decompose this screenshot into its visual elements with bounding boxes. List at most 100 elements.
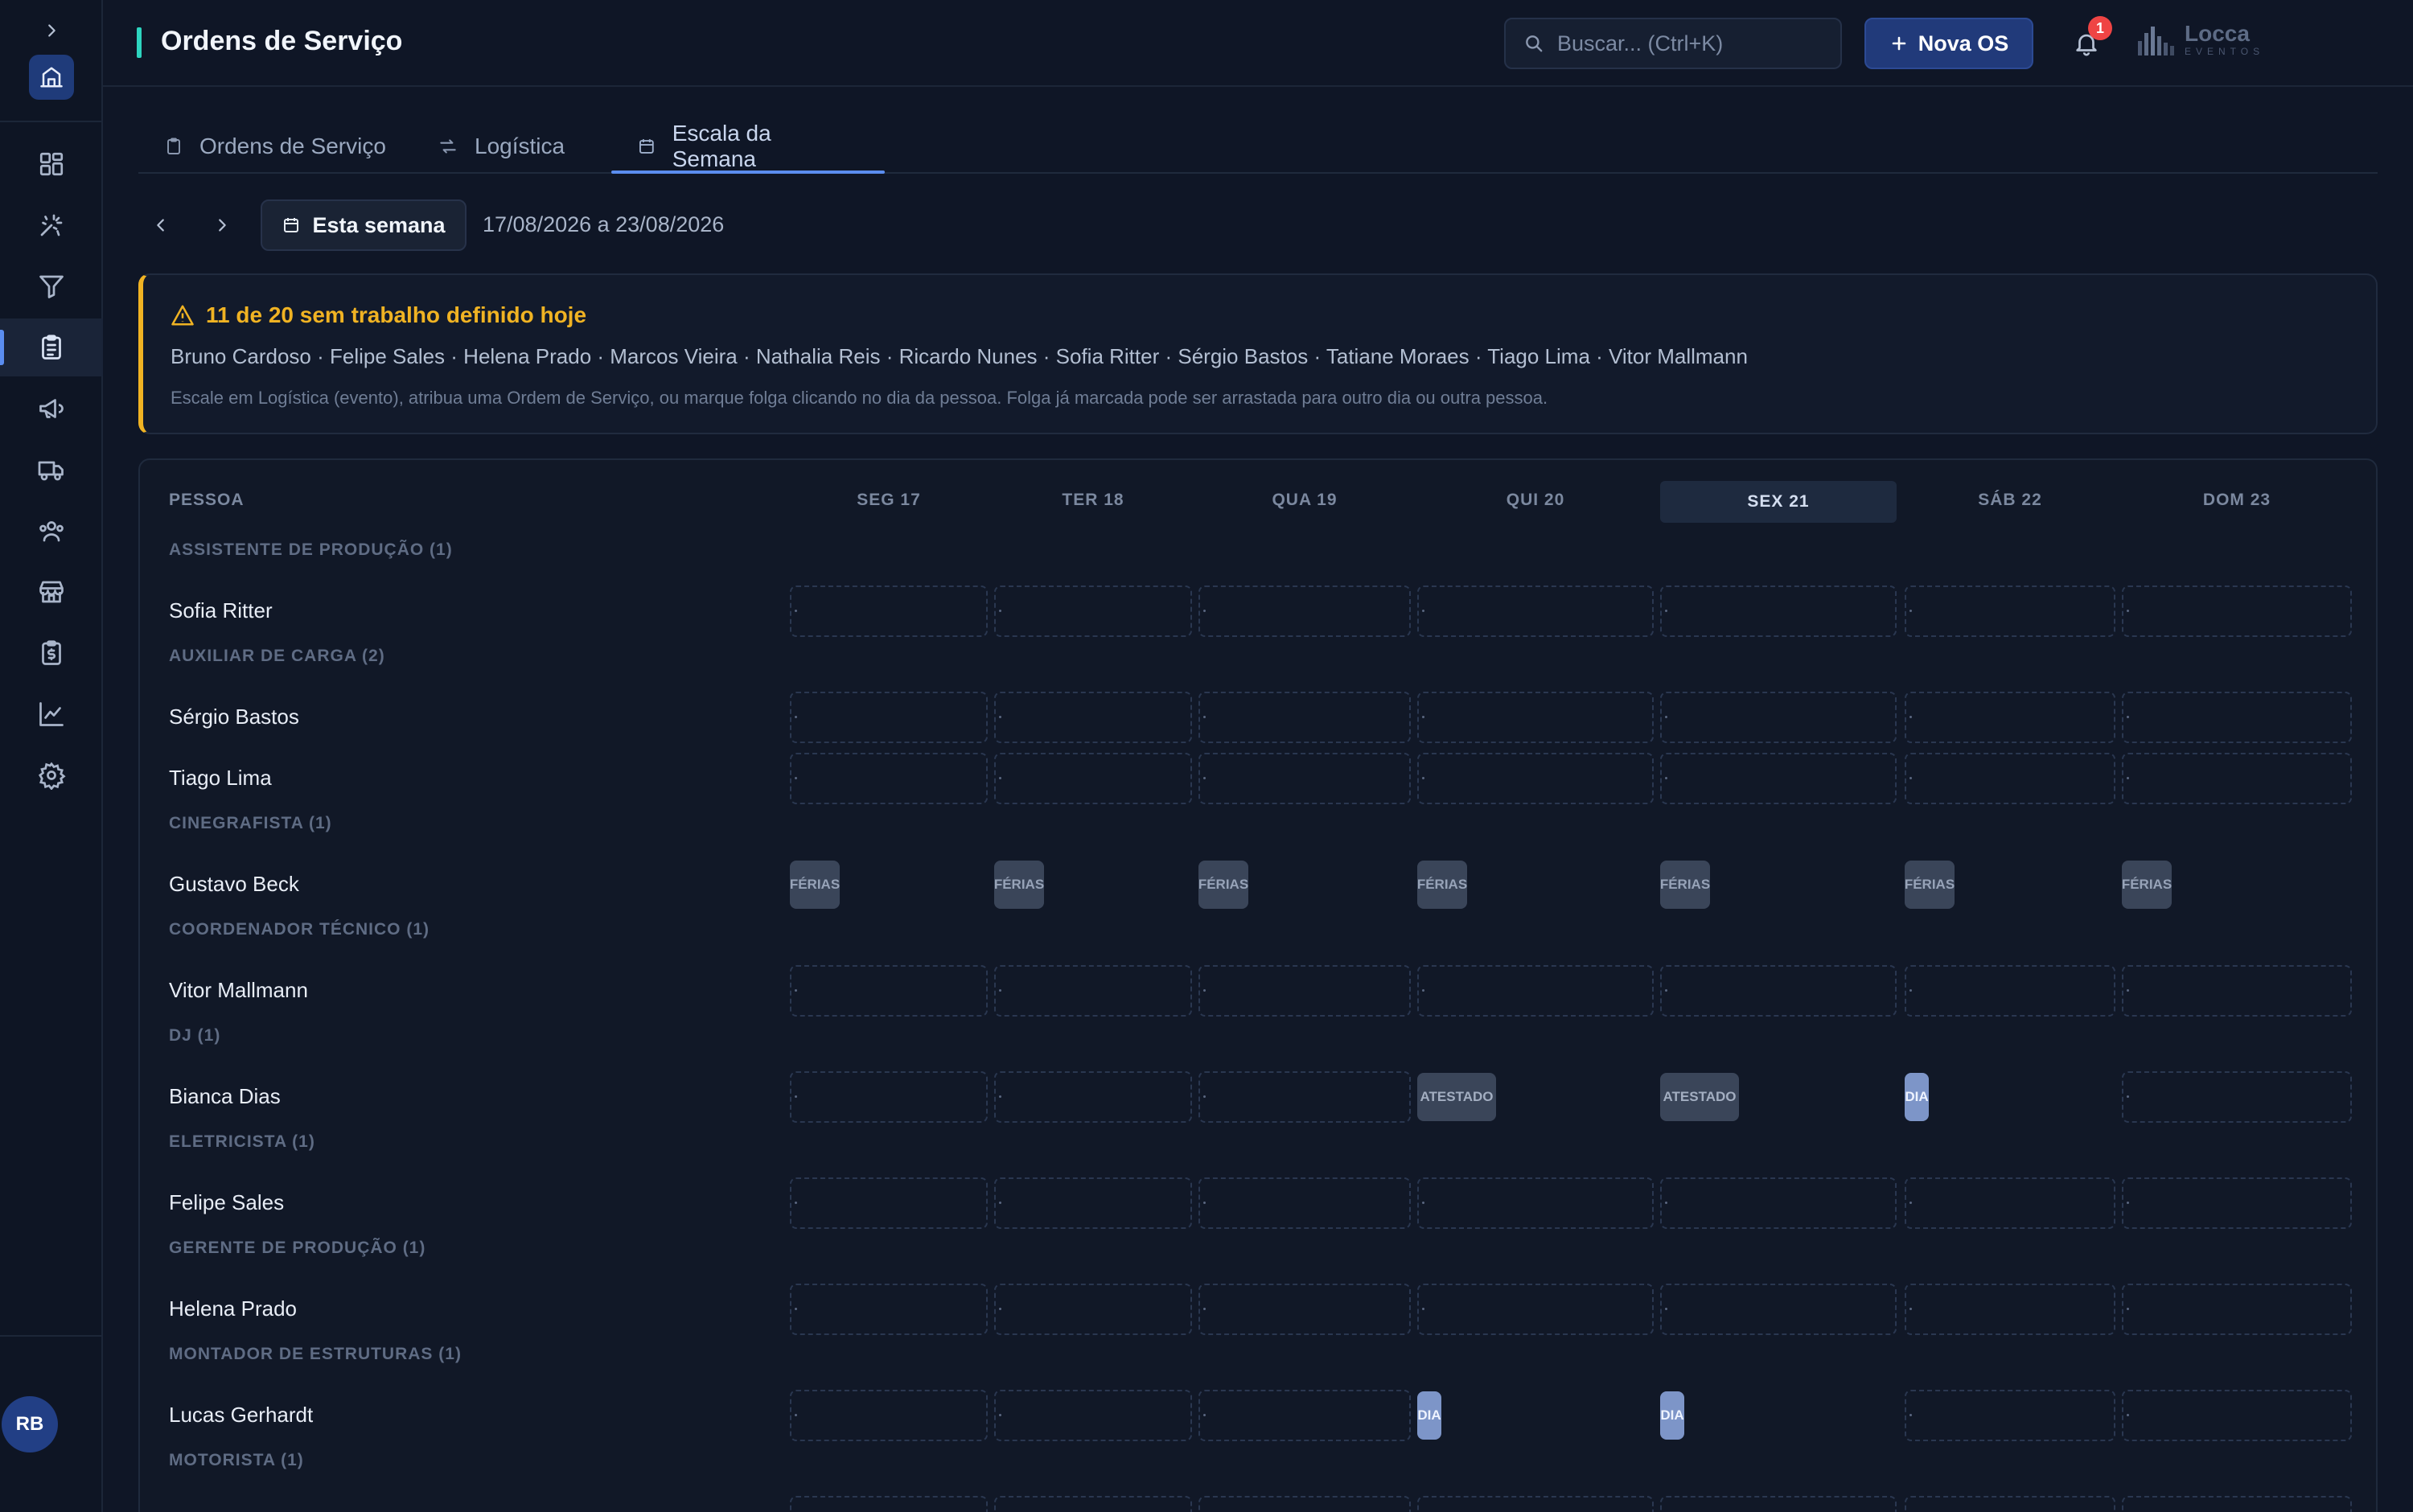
day-cell[interactable] bbox=[1198, 1284, 1411, 1335]
day-cell[interactable] bbox=[1905, 1177, 2115, 1229]
day-cell[interactable] bbox=[1905, 1390, 2115, 1441]
day-cell[interactable] bbox=[2122, 1284, 2352, 1335]
day-cell[interactable] bbox=[2122, 1177, 2352, 1229]
cell-marker bbox=[2127, 1095, 2129, 1098]
sidebar-item-funnel[interactable] bbox=[0, 257, 103, 315]
day-cell[interactable] bbox=[2122, 753, 2352, 804]
day-cell[interactable] bbox=[1905, 1284, 2115, 1335]
day-cell[interactable] bbox=[994, 1390, 1192, 1441]
day-cell[interactable] bbox=[994, 965, 1192, 1017]
day-cell[interactable] bbox=[1198, 965, 1411, 1017]
day-cell[interactable] bbox=[1660, 692, 1897, 743]
day-cell[interactable] bbox=[2122, 1390, 2352, 1441]
tab-service-orders[interactable]: Ordens de Serviço bbox=[138, 121, 412, 172]
ferias-chip[interactable]: FÉRIAS bbox=[1660, 861, 1710, 909]
search-box[interactable] bbox=[1504, 18, 1842, 69]
day-cell[interactable] bbox=[790, 753, 988, 804]
day-cell[interactable] bbox=[1905, 753, 2115, 804]
day-cell[interactable] bbox=[1198, 1071, 1411, 1123]
atestado-chip[interactable]: ATESTADO bbox=[1660, 1073, 1739, 1121]
day-cell[interactable] bbox=[1417, 965, 1654, 1017]
expand-sidebar-button[interactable] bbox=[39, 18, 64, 43]
new-button-label: Nova OS bbox=[1918, 31, 2009, 55]
day-cell[interactable] bbox=[1905, 1496, 2115, 1512]
ferias-chip[interactable]: FÉRIAS bbox=[1198, 861, 1248, 909]
day-cell[interactable] bbox=[790, 1071, 988, 1123]
dia-chip[interactable]: DIA bbox=[1417, 1391, 1441, 1440]
day-cell[interactable] bbox=[1198, 585, 1411, 637]
day-cell[interactable] bbox=[1198, 1177, 1411, 1229]
sidebar-item-team[interactable] bbox=[0, 502, 103, 560]
day-cell[interactable] bbox=[994, 692, 1192, 743]
ferias-chip[interactable]: FÉRIAS bbox=[790, 861, 840, 909]
cell-marker bbox=[1909, 610, 1912, 612]
day-cell[interactable] bbox=[1660, 1284, 1897, 1335]
sidebar-item-logistics[interactable] bbox=[0, 441, 103, 499]
day-cell[interactable] bbox=[790, 1390, 988, 1441]
day-cell[interactable] bbox=[1660, 1177, 1897, 1229]
sidebar-item-reports[interactable] bbox=[0, 685, 103, 743]
day-cell[interactable] bbox=[994, 1284, 1192, 1335]
day-cell[interactable] bbox=[1198, 692, 1411, 743]
day-cell[interactable] bbox=[2122, 1071, 2352, 1123]
ferias-chip[interactable]: FÉRIAS bbox=[994, 861, 1044, 909]
sidebar-item-finance[interactable] bbox=[0, 624, 103, 682]
ferias-chip[interactable]: FÉRIAS bbox=[1905, 861, 1955, 909]
day-cell[interactable] bbox=[1198, 753, 1411, 804]
day-cell[interactable] bbox=[1660, 1496, 1897, 1512]
dia-chip[interactable]: DIA bbox=[1660, 1391, 1684, 1440]
person-name: Gustavo Beck bbox=[169, 872, 299, 896]
day-cell[interactable] bbox=[1660, 585, 1897, 637]
sidebar-item-marketing[interactable] bbox=[0, 380, 103, 438]
group-label: AUXILIAR DE CARGA (2) bbox=[169, 647, 385, 665]
home-button[interactable] bbox=[29, 55, 74, 100]
day-cell[interactable] bbox=[1417, 585, 1654, 637]
day-cell[interactable] bbox=[1905, 692, 2115, 743]
day-cell[interactable] bbox=[994, 1071, 1192, 1123]
tab-week-schedule[interactable]: Escala da Semana bbox=[611, 121, 885, 174]
alert-hint: Escale em Logística (evento), atribua um… bbox=[171, 388, 1548, 408]
sidebar-item-service-orders[interactable] bbox=[0, 318, 103, 376]
day-cell[interactable] bbox=[1905, 965, 2115, 1017]
atestado-chip[interactable]: ATESTADO bbox=[1417, 1073, 1496, 1121]
day-cell[interactable] bbox=[2122, 1496, 2352, 1512]
day-cell[interactable] bbox=[790, 1177, 988, 1229]
dia-chip[interactable]: DIA bbox=[1905, 1073, 1929, 1121]
user-avatar[interactable]: RB bbox=[2, 1396, 58, 1452]
sidebar-item-suppliers[interactable] bbox=[0, 563, 103, 621]
day-cell[interactable] bbox=[1198, 1496, 1411, 1512]
tab-logistics[interactable]: Logística bbox=[412, 121, 590, 172]
day-cell[interactable] bbox=[1660, 753, 1897, 804]
day-cell[interactable] bbox=[1905, 585, 2115, 637]
day-cell[interactable] bbox=[790, 585, 988, 637]
day-cell[interactable] bbox=[1417, 1284, 1654, 1335]
day-cell[interactable] bbox=[1660, 965, 1897, 1017]
day-cell[interactable] bbox=[1417, 1177, 1654, 1229]
day-cell[interactable] bbox=[2122, 692, 2352, 743]
day-cell[interactable] bbox=[790, 965, 988, 1017]
day-cell[interactable] bbox=[2122, 585, 2352, 637]
day-cell[interactable] bbox=[790, 1496, 988, 1512]
day-cell[interactable] bbox=[1417, 753, 1654, 804]
day-cell[interactable] bbox=[1417, 1496, 1654, 1512]
day-cell[interactable] bbox=[994, 1496, 1192, 1512]
ferias-chip[interactable]: FÉRIAS bbox=[2122, 861, 2172, 909]
ferias-chip[interactable]: FÉRIAS bbox=[1417, 861, 1467, 909]
new-service-order-button[interactable]: Nova OS bbox=[1864, 18, 2033, 69]
day-cell[interactable] bbox=[994, 1177, 1192, 1229]
person-column-header: PESSOA bbox=[169, 491, 245, 509]
sidebar-item-dashboard[interactable] bbox=[0, 135, 103, 193]
day-cell[interactable] bbox=[2122, 965, 2352, 1017]
day-cell[interactable] bbox=[1417, 692, 1654, 743]
day-cell[interactable] bbox=[994, 753, 1192, 804]
day-cell[interactable] bbox=[994, 585, 1192, 637]
this-week-button[interactable]: Esta semana bbox=[261, 199, 467, 251]
day-cell[interactable] bbox=[1198, 1390, 1411, 1441]
next-week-button[interactable] bbox=[206, 209, 238, 241]
sidebar-item-settings[interactable] bbox=[0, 746, 103, 804]
sidebar-item-events[interactable] bbox=[0, 196, 103, 254]
day-cell[interactable] bbox=[790, 692, 988, 743]
day-cell[interactable] bbox=[790, 1284, 988, 1335]
search-input[interactable] bbox=[1557, 31, 1823, 56]
previous-week-button[interactable] bbox=[145, 209, 177, 241]
